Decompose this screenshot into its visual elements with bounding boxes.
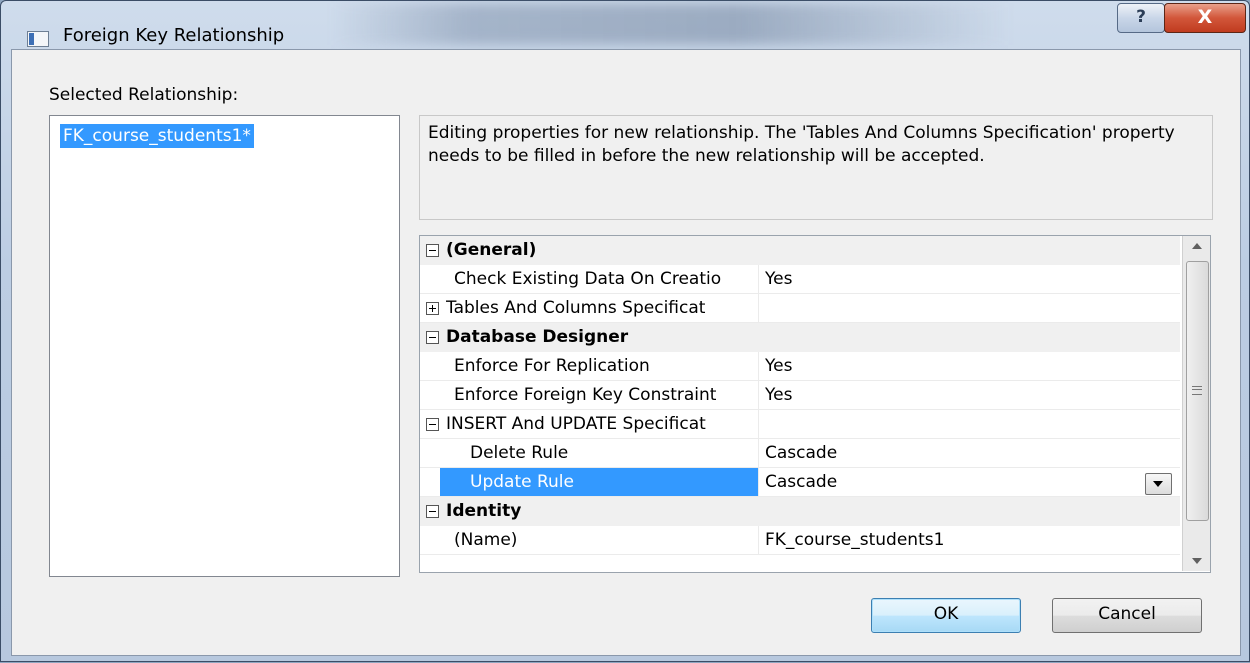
property-name: Enforce For Replication [454, 356, 650, 376]
collapse-icon[interactable] [426, 331, 439, 344]
scrollbar-thumb[interactable] [1186, 261, 1209, 521]
cancel-button[interactable]: Cancel [1052, 598, 1202, 633]
description-box: Editing properties for new relationship.… [419, 115, 1213, 220]
column-divider[interactable] [758, 294, 759, 323]
dialog-window: Foreign Key Relationship ? X Selected Re… [0, 0, 1250, 662]
property-category-row[interactable]: (General) [420, 236, 1180, 265]
category-label: Database Designer [446, 327, 629, 347]
window-title: Foreign Key Relationship [63, 25, 285, 46]
property-value[interactable]: Yes [765, 356, 792, 376]
property-value[interactable]: Cascade [765, 443, 837, 463]
category-label: Identity [446, 501, 522, 521]
column-divider[interactable] [758, 439, 759, 468]
scroll-up-icon[interactable] [1183, 236, 1210, 256]
row-separator [420, 554, 1180, 555]
property-row[interactable]: Check Existing Data On Creatio Yes [420, 265, 1180, 294]
property-name: Update Rule [470, 472, 574, 492]
property-name: Delete Rule [470, 443, 569, 463]
category-label: (General) [446, 240, 537, 260]
scroll-down-icon[interactable] [1183, 551, 1210, 571]
property-name: Enforce Foreign Key Constraint [454, 385, 717, 405]
property-value[interactable]: Yes [765, 269, 792, 289]
column-divider[interactable] [758, 381, 759, 410]
property-row[interactable]: (Name) FK_course_students1 [420, 526, 1180, 555]
grip-icon [1192, 386, 1202, 395]
relationship-list[interactable]: FK_course_students1* [49, 115, 400, 577]
collapse-icon[interactable] [426, 244, 439, 257]
dialog-content: Selected Relationship: FK_course_student… [11, 49, 1241, 656]
property-row[interactable]: Enforce For Replication Yes [420, 352, 1180, 381]
property-row[interactable]: Enforce Foreign Key Constraint Yes [420, 381, 1180, 410]
property-value[interactable]: FK_course_students1 [765, 530, 944, 550]
relationship-list-item[interactable]: FK_course_students1* [60, 124, 254, 148]
column-divider[interactable] [758, 265, 759, 294]
title-bar[interactable]: Foreign Key Relationship ? X [1, 1, 1249, 49]
property-value[interactable]: Cascade [765, 472, 837, 492]
column-divider[interactable] [758, 526, 759, 555]
window-app-icon [27, 31, 49, 47]
property-value[interactable]: Yes [765, 385, 792, 405]
property-row[interactable]: Update Rule Cascade [420, 468, 1180, 497]
property-category-row[interactable]: Identity [420, 497, 1180, 526]
property-row[interactable]: INSERT And UPDATE Specificat [420, 410, 1180, 439]
property-row[interactable]: Tables And Columns Specificat [420, 294, 1180, 323]
expand-icon[interactable] [426, 302, 439, 315]
collapse-icon[interactable] [426, 418, 439, 431]
column-divider[interactable] [758, 468, 759, 497]
close-button[interactable]: X [1164, 3, 1246, 33]
property-name: (Name) [454, 530, 518, 550]
column-divider[interactable] [758, 410, 759, 439]
property-row[interactable]: Delete Rule Cascade [420, 439, 1180, 468]
property-name: Check Existing Data On Creatio [454, 269, 722, 289]
selected-relationship-label: Selected Relationship: [49, 85, 239, 105]
ok-button[interactable]: OK [871, 598, 1021, 633]
property-category-row[interactable]: Database Designer [420, 323, 1180, 352]
property-grid[interactable]: (General) Check Existing Data On Creatio Y… [419, 235, 1211, 573]
description-text: Editing properties for new relationship.… [428, 123, 1175, 166]
property-name: INSERT And UPDATE Specificat [446, 414, 706, 434]
property-name: Tables And Columns Specificat [446, 298, 706, 318]
chevron-down-icon [1153, 481, 1163, 487]
vertical-scrollbar[interactable] [1182, 236, 1210, 571]
dropdown-button[interactable] [1145, 473, 1172, 495]
collapse-icon[interactable] [426, 505, 439, 518]
background-blur [331, 3, 1011, 45]
help-button[interactable]: ? [1117, 3, 1165, 33]
column-divider[interactable] [758, 352, 759, 381]
